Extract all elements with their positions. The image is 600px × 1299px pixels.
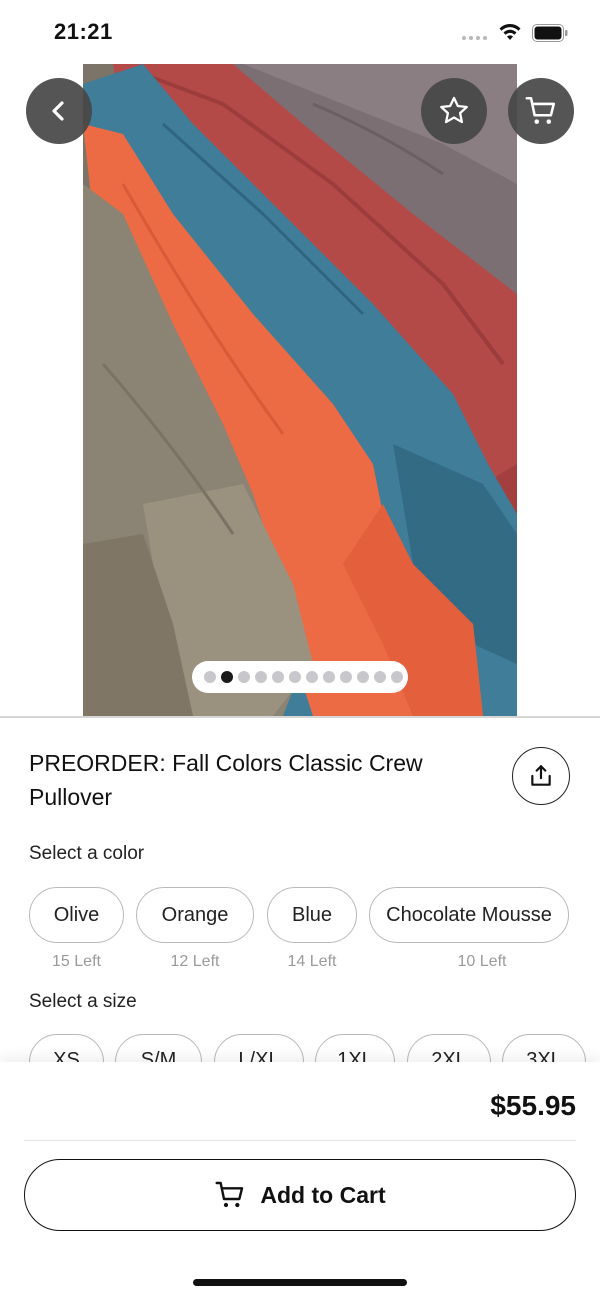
star-outline-icon [440, 96, 468, 124]
pager-dot [255, 671, 267, 683]
cart-icon [215, 1181, 244, 1208]
price: $55.95 [490, 1090, 576, 1121]
pager-dot [238, 671, 250, 683]
stock-olive: 15 Left [52, 953, 101, 970]
pager-dot [391, 671, 403, 683]
stock-blue: 14 Left [287, 953, 337, 970]
battery-icon [532, 24, 568, 42]
pager-dot [340, 671, 352, 683]
status-time: 21:21 [54, 19, 113, 44]
pager-dot [306, 671, 318, 683]
size-section-label: Select a size [29, 991, 137, 1012]
back-button[interactable] [26, 78, 92, 144]
pager-dots [204, 671, 403, 683]
home-indicator[interactable] [193, 1279, 407, 1286]
share-button[interactable] [512, 747, 570, 805]
product-image[interactable] [83, 64, 517, 716]
pager-dot [289, 671, 301, 683]
cart-icon [525, 96, 556, 124]
wifi-icon [499, 24, 521, 40]
panel-divider [24, 1140, 576, 1141]
add-to-cart-button[interactable]: Add to Cart [24, 1159, 576, 1231]
stock-chocolate-mousse: 10 Left [457, 953, 507, 970]
size-option-1xl[interactable]: 1XL [315, 1034, 395, 1062]
color-option-blue[interactable]: Blue [267, 887, 357, 943]
color-option-chocolate-mousse[interactable]: Chocolate Mousse [369, 887, 569, 943]
pager-dot [357, 671, 369, 683]
checkout-panel: $55.95 Add to Cart [0, 1062, 600, 1299]
image-pager[interactable] [192, 661, 408, 693]
favorite-button[interactable] [421, 78, 487, 144]
size-option-sm[interactable]: S/M [115, 1034, 202, 1062]
pager-dot [272, 671, 284, 683]
pager-dot [323, 671, 335, 683]
share-icon [531, 765, 551, 786]
cellular-signal-icon [462, 36, 487, 40]
image-divider [0, 716, 600, 718]
color-option-olive[interactable]: Olive [29, 887, 124, 943]
size-option-3xl[interactable]: 3XL [502, 1034, 586, 1062]
size-option-lxl[interactable]: L/XL [214, 1034, 304, 1062]
stock-orange: 12 Left [170, 953, 220, 970]
pager-dot [221, 671, 233, 683]
product-title: PREORDER: Fall Colors Classic Crew Pullo… [29, 750, 423, 810]
cart-button[interactable] [508, 78, 574, 144]
size-option-2xl[interactable]: 2XL [407, 1034, 491, 1062]
size-option-xs[interactable]: XS [29, 1034, 104, 1062]
add-to-cart-label: Add to Cart [260, 1181, 386, 1208]
chevron-left-icon [52, 101, 64, 121]
color-option-orange[interactable]: Orange [136, 887, 254, 943]
pager-dot [204, 671, 216, 683]
pager-dot [374, 671, 386, 683]
color-section-label: Select a color [29, 843, 145, 864]
size-options: XS S/M L/XL 1XL 2XL 3XL [0, 1034, 600, 1062]
status-bar: 21:21 [0, 0, 600, 64]
